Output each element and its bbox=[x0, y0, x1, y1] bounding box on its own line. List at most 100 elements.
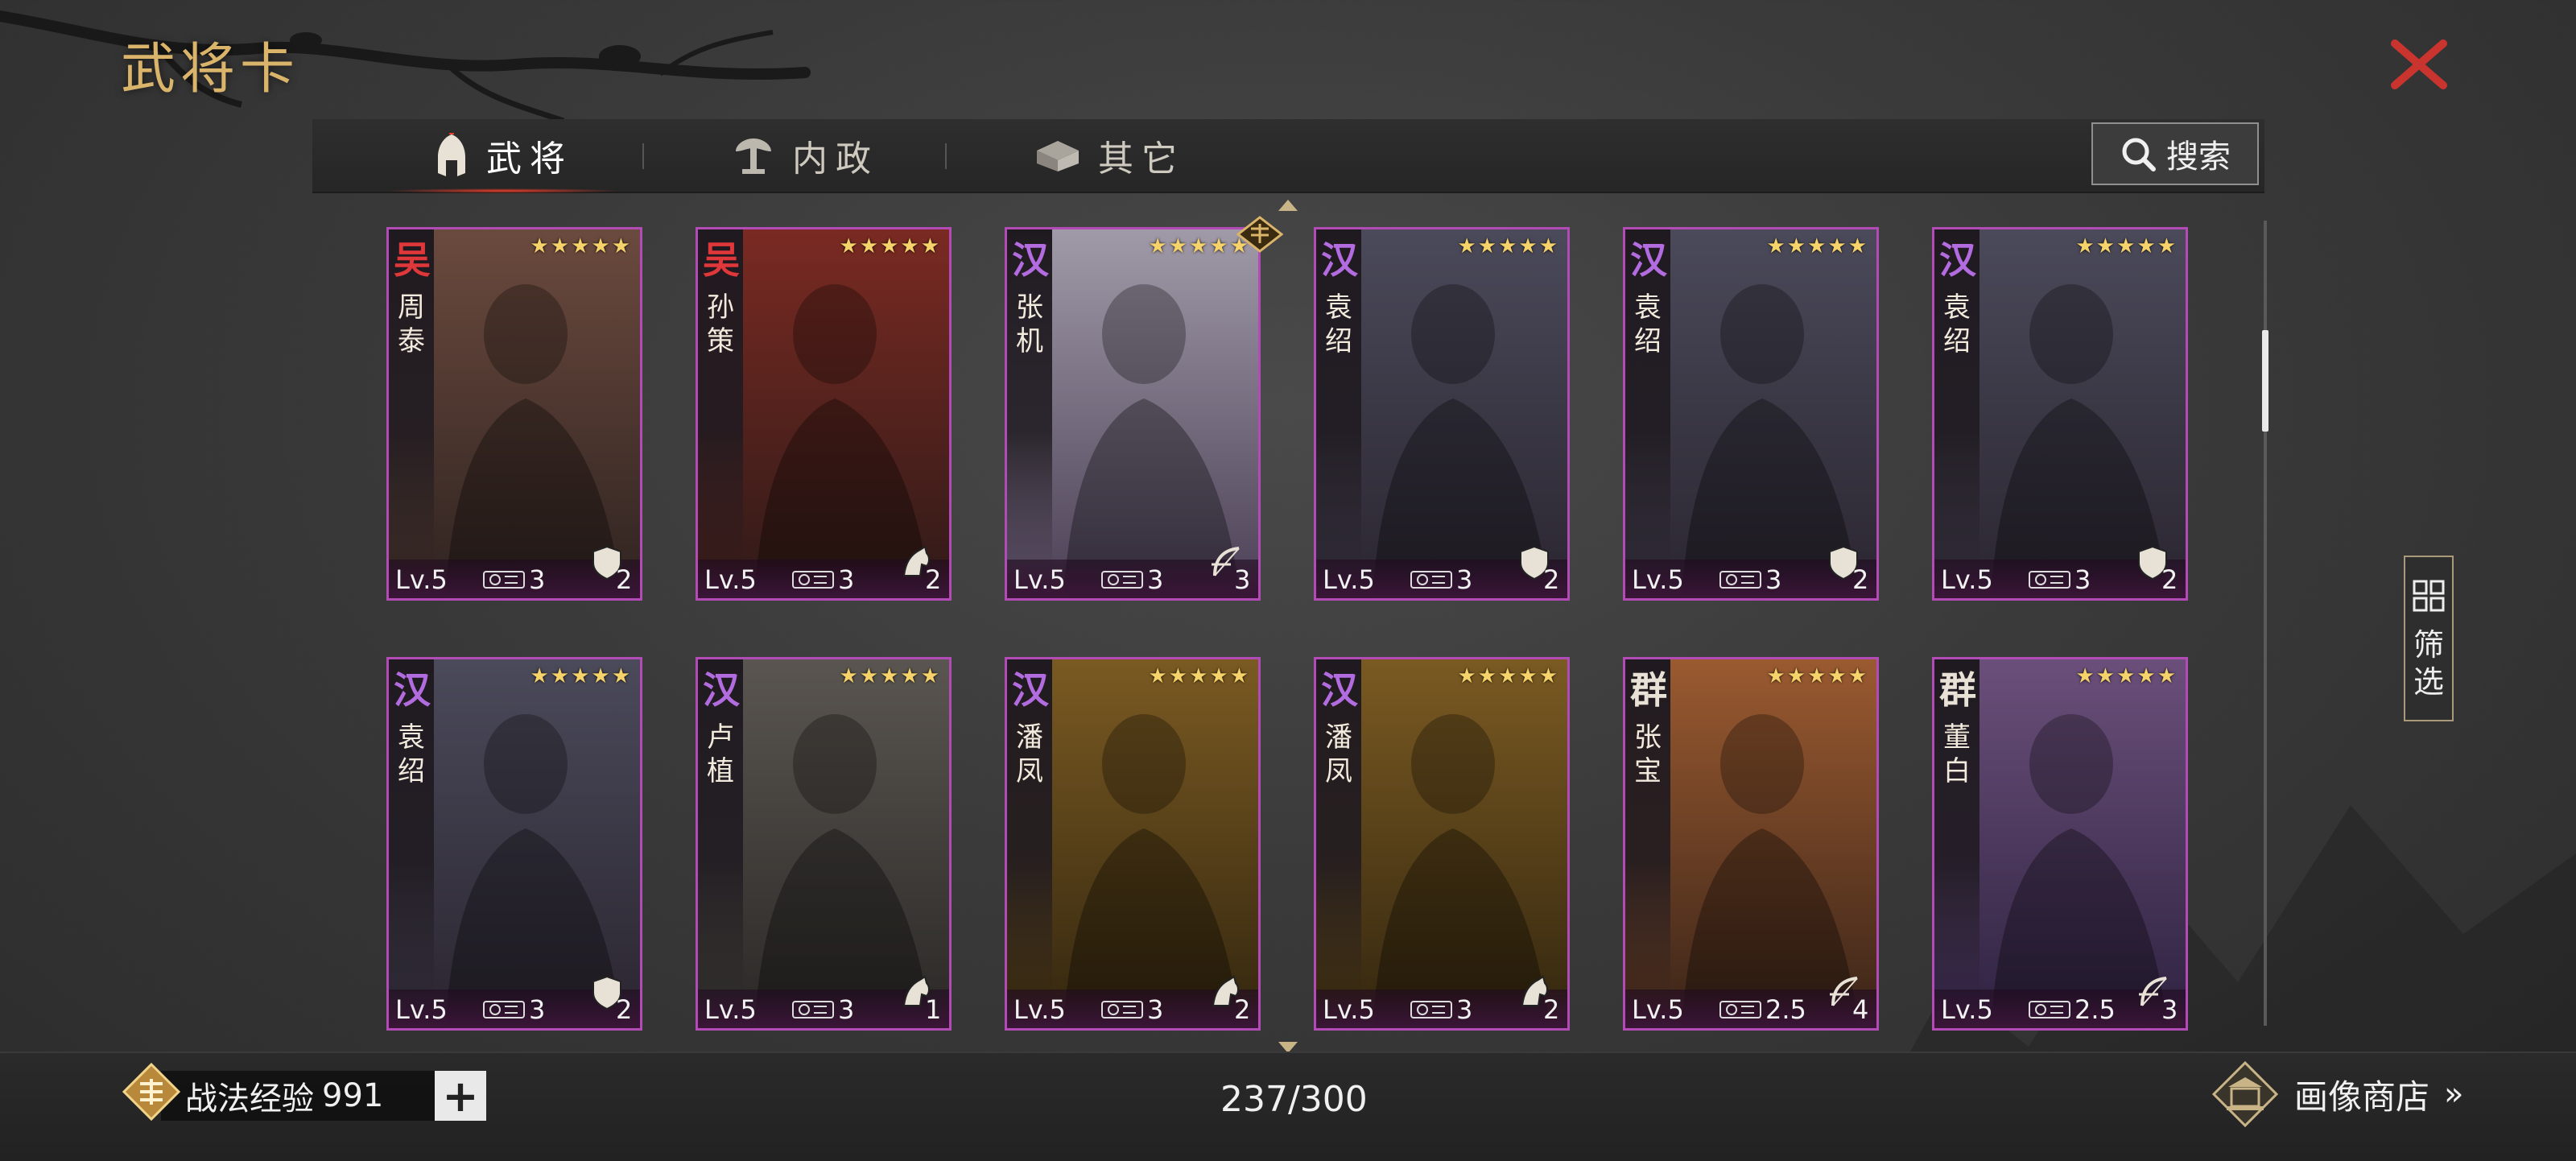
troop-count: 2 bbox=[925, 564, 942, 595]
general-level: Lv.5 bbox=[1323, 564, 1375, 595]
general-card[interactable]: 群 董 白 ★ ★ ★ ★ ★ Lv.5 2.5 3 bbox=[1932, 657, 2188, 1031]
general-name: 张 宝 bbox=[1634, 721, 1662, 787]
star-rating: ★ ★ ★ ★ ★ bbox=[1766, 666, 1867, 687]
star-icon: ★ bbox=[1766, 234, 1785, 258]
general-name: 董 白 bbox=[1943, 721, 1971, 787]
portrait-shop-link[interactable]: 画像商店 » bbox=[2211, 1060, 2464, 1129]
general-card[interactable]: 汉 袁 绍 ★ ★ ★ ★ ★ Lv.5 3 2 bbox=[1623, 227, 1879, 601]
star-icon: ★ bbox=[920, 234, 939, 258]
general-card[interactable]: 群 张 宝 ★ ★ ★ ★ ★ Lv.5 2.5 4 bbox=[1623, 657, 1879, 1031]
general-card[interactable]: 吴 孙 策 ★ ★ ★ ★ ★ Lv.5 3 2 bbox=[696, 227, 952, 601]
star-icon: ★ bbox=[1209, 664, 1228, 688]
search-button[interactable]: 搜索 bbox=[2091, 122, 2259, 185]
star-icon: ★ bbox=[2075, 664, 2095, 688]
general-name: 张 机 bbox=[1016, 291, 1043, 357]
tree-icon bbox=[736, 138, 771, 174]
general-card[interactable]: 汉 袁 绍 ★ ★ ★ ★ ★ Lv.5 3 2 bbox=[386, 657, 642, 1031]
card-count: 237/300 bbox=[1220, 1079, 1368, 1120]
star-icon: ★ bbox=[1477, 664, 1497, 688]
faction-label: 汉 bbox=[1321, 238, 1358, 282]
star-icon: ★ bbox=[839, 664, 858, 688]
general-name: 孙 策 bbox=[707, 291, 734, 357]
card-stats-bar: Lv.5 3 2 bbox=[1934, 545, 2186, 598]
faction-label: 汉 bbox=[1939, 238, 1976, 282]
star-icon: ★ bbox=[920, 664, 939, 688]
cost-value: 3 bbox=[838, 994, 855, 1025]
star-rating: ★ ★ ★ ★ ★ bbox=[2075, 666, 2176, 687]
star-icon: ★ bbox=[1477, 234, 1497, 258]
cost-display: 3 bbox=[791, 564, 854, 595]
general-card[interactable]: 吴 周 泰 ★ ★ ★ ★ ★ Lv.5 3 2 bbox=[386, 227, 642, 601]
faction-label: 汉 bbox=[1012, 238, 1049, 282]
cost-value: 2.5 bbox=[1765, 994, 1806, 1025]
tactic-exp-display: 战法经验 991 bbox=[161, 1071, 435, 1121]
faction-label: 汉 bbox=[1630, 238, 1667, 282]
general-name: 周 泰 bbox=[398, 291, 425, 357]
exp-label: 战法经验 bbox=[185, 1080, 314, 1118]
general-card[interactable]: 汉 袁 绍 ★ ★ ★ ★ ★ Lv.5 3 2 bbox=[1932, 227, 2188, 601]
star-icon: ★ bbox=[1518, 664, 1538, 688]
faction-label: 吴 bbox=[703, 238, 740, 282]
cost-icon bbox=[1719, 1001, 1761, 1018]
troop-count: 2 bbox=[1543, 994, 1560, 1025]
star-icon: ★ bbox=[611, 664, 630, 688]
star-icon: ★ bbox=[1827, 664, 1847, 688]
add-exp-button[interactable]: + bbox=[435, 1071, 486, 1122]
general-card[interactable]: 汉 袁 绍 ★ ★ ★ ★ ★ Lv.5 3 2 bbox=[1314, 227, 1570, 601]
general-level: Lv.5 bbox=[704, 994, 757, 1025]
awaken-badge-icon bbox=[1236, 216, 1284, 253]
scrollbar-thumb[interactable] bbox=[2262, 330, 2268, 432]
star-icon: ★ bbox=[530, 234, 549, 258]
troop-count: 2 bbox=[616, 564, 633, 595]
cost-icon bbox=[792, 571, 834, 589]
general-name: 袁 绍 bbox=[1325, 291, 1352, 357]
cost-icon bbox=[2029, 571, 2070, 589]
cost-icon bbox=[1719, 571, 1761, 589]
tab-generals[interactable]: 武将 bbox=[385, 119, 621, 193]
general-name: 潘 凤 bbox=[1325, 721, 1352, 787]
cost-value: 3 bbox=[529, 994, 546, 1025]
star-icon: ★ bbox=[2116, 664, 2136, 688]
star-icon: ★ bbox=[1538, 664, 1558, 688]
general-card[interactable]: 汉 潘 凤 ★ ★ ★ ★ ★ Lv.5 3 2 bbox=[1314, 657, 1570, 1031]
chest-icon bbox=[1037, 141, 1079, 171]
cost-value: 3 bbox=[1456, 564, 1473, 595]
star-rating: ★ ★ ★ ★ ★ bbox=[839, 236, 939, 257]
search-label: 搜索 bbox=[2166, 138, 2231, 176]
star-icon: ★ bbox=[2136, 234, 2156, 258]
troop-count: 2 bbox=[1234, 994, 1251, 1025]
card-stats-bar: Lv.5 3 2 bbox=[1316, 975, 1567, 1028]
faction-label: 群 bbox=[1630, 668, 1667, 712]
star-icon: ★ bbox=[1168, 234, 1188, 258]
star-icon: ★ bbox=[1786, 234, 1806, 258]
troop-count: 3 bbox=[1234, 564, 1251, 595]
search-icon bbox=[2122, 138, 2156, 171]
cost-value: 3 bbox=[838, 564, 855, 595]
star-rating: ★ ★ ★ ★ ★ bbox=[1148, 236, 1249, 257]
tab-other[interactable]: 其它 bbox=[1034, 119, 1185, 192]
cost-value: 3 bbox=[1147, 564, 1164, 595]
tab-domestic[interactable]: 内政 bbox=[731, 119, 879, 192]
cost-display: 2.5 bbox=[2028, 994, 2116, 1025]
cost-icon bbox=[1101, 571, 1143, 589]
general-card[interactable]: 汉 卢 植 ★ ★ ★ ★ ★ Lv.5 3 1 bbox=[696, 657, 952, 1031]
star-rating: ★ ★ ★ ★ ★ bbox=[530, 666, 630, 687]
close-icon[interactable] bbox=[2387, 32, 2451, 97]
general-level: Lv.5 bbox=[1013, 564, 1066, 595]
filter-button[interactable]: 筛 选 bbox=[2404, 556, 2454, 721]
cost-display: 3 bbox=[1410, 994, 1472, 1025]
scroll-up-arrow[interactable] bbox=[1278, 200, 1298, 211]
cost-value: 3 bbox=[1456, 994, 1473, 1025]
star-icon: ★ bbox=[2095, 234, 2116, 258]
general-level: Lv.5 bbox=[1941, 564, 1993, 595]
general-card[interactable]: 汉 张 机 ★ ★ ★ ★ ★ Lv.5 3 3 bbox=[1005, 227, 1261, 601]
star-rating: ★ ★ ★ ★ ★ bbox=[1457, 236, 1558, 257]
star-icon: ★ bbox=[880, 664, 899, 688]
troop-count: 2 bbox=[1543, 564, 1560, 595]
cost-display: 3 bbox=[791, 994, 854, 1025]
cost-display: 3 bbox=[1100, 994, 1163, 1025]
cost-value: 3 bbox=[529, 564, 546, 595]
star-rating: ★ ★ ★ ★ ★ bbox=[839, 666, 939, 687]
faction-label: 吴 bbox=[394, 238, 431, 282]
general-card[interactable]: 汉 潘 凤 ★ ★ ★ ★ ★ Lv.5 3 2 bbox=[1005, 657, 1261, 1031]
